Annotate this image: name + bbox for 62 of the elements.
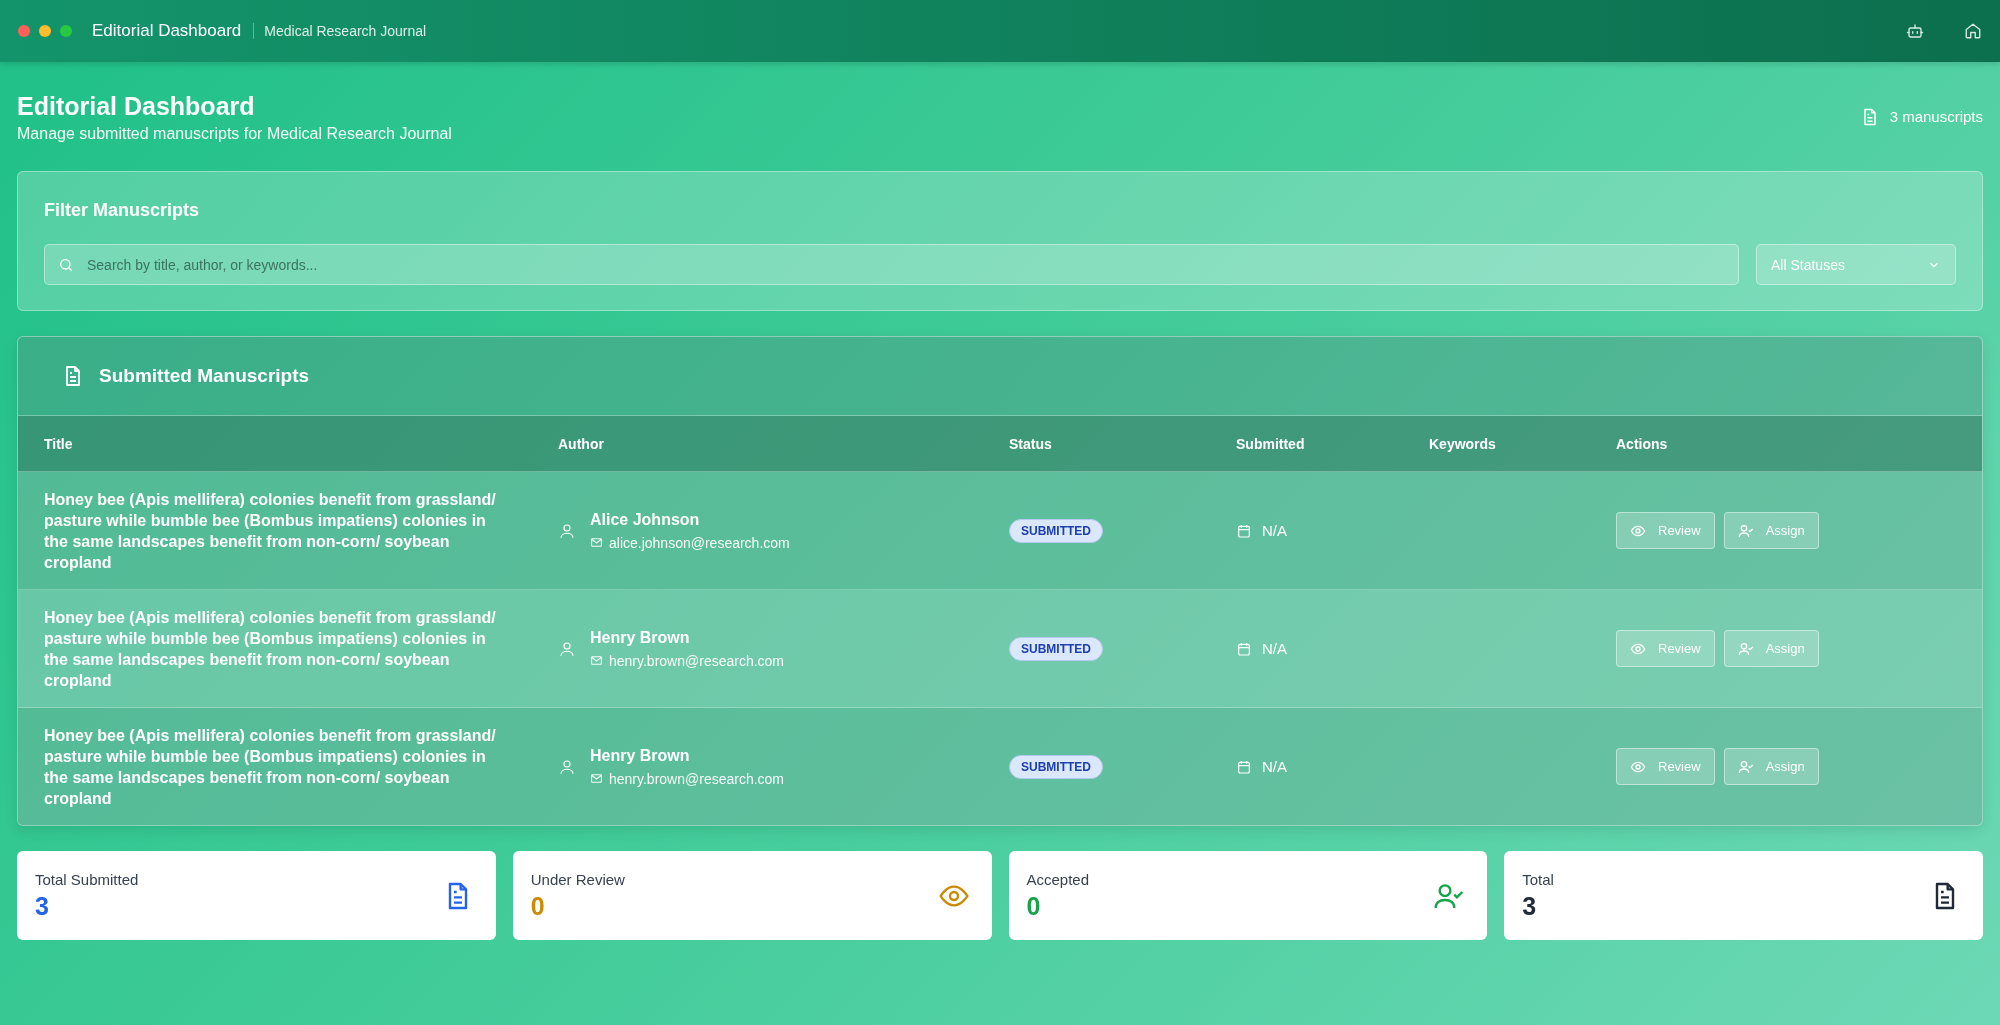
maximize-window-button[interactable]	[60, 25, 72, 37]
user-check-icon	[1737, 758, 1754, 775]
home-icon[interactable]	[1964, 22, 1982, 40]
window-subtitle: Medical Research Journal	[253, 23, 427, 39]
page-subtitle: Manage submitted manuscripts for Medical Research Journal	[17, 125, 452, 143]
column-header: Keywords	[1429, 435, 1497, 452]
author-email: alice.johnson@research.com	[609, 534, 790, 551]
submitted-date: N/A	[1262, 758, 1287, 775]
calendar-icon	[1236, 522, 1252, 539]
manuscript-title: Honey bee (Apis mellifera) colonies benefit from grassland/ pasture while bumble bee (Bombus impatiens) colonies in the same landscapes benefit from non-corn/ soybean cropland	[44, 607, 497, 691]
assign-button[interactable]: Assign	[1723, 512, 1819, 549]
calendar-icon	[1236, 758, 1252, 775]
column-header: Status	[1009, 435, 1053, 452]
status-badge: SUBMITTED	[1009, 754, 1103, 779]
assign-button[interactable]: Assign	[1723, 630, 1819, 667]
review-button[interactable]: Review	[1616, 512, 1715, 549]
status-badge: SUBMITTED	[1009, 518, 1103, 543]
filter-title: Filter Manuscripts	[44, 200, 201, 221]
user-icon	[558, 521, 576, 540]
column-header: Submitted	[1236, 435, 1306, 452]
stat-value: 0	[530, 891, 546, 921]
mail-icon	[590, 654, 603, 667]
mail-icon	[590, 772, 603, 785]
author-name: Alice Johnson	[590, 510, 701, 529]
column-header: Author	[558, 435, 605, 452]
author-name: Henry Brown	[590, 628, 691, 647]
window-title: Editorial Dashboard	[92, 21, 242, 41]
column-header: Title	[44, 435, 74, 452]
manuscript-title: Honey bee (Apis mellifera) colonies benefit from grassland/ pasture while bumble bee (Bombus impatiens) colonies in the same landscapes benefit from non-corn/ soybean cropland	[44, 489, 497, 573]
review-button[interactable]: Review	[1616, 748, 1715, 785]
stat-value: 3	[35, 891, 50, 921]
stat-label: Total	[1522, 870, 1554, 888]
stat-value: 0	[1026, 891, 1042, 921]
status-dropdown[interactable]: All Statuses	[1756, 244, 1956, 285]
table-title: Submitted Manuscripts	[99, 365, 310, 387]
stat-value: 3	[1522, 891, 1538, 921]
mail-icon	[590, 536, 603, 549]
stat-label: Accepted	[1026, 870, 1090, 888]
user-check-icon	[1737, 640, 1754, 657]
user-check-icon	[1737, 522, 1754, 539]
page-title: Editorial Dashboard	[17, 92, 256, 121]
column-header: Actions	[1616, 435, 1669, 452]
submitted-date: N/A	[1262, 640, 1287, 657]
minimize-window-button[interactable]	[39, 25, 51, 37]
author-email: henry.brown@research.com	[609, 652, 785, 669]
close-window-button[interactable]	[18, 25, 30, 37]
user-icon	[558, 639, 576, 658]
user-icon	[558, 757, 576, 776]
author-email: henry.brown@research.com	[609, 770, 785, 787]
manuscript-title: Honey bee (Apis mellifera) colonies benefit from grassland/ pasture while bumble bee (Bombus impatiens) colonies in the same landscapes benefit from non-corn/ soybean cropland	[44, 725, 497, 809]
calendar-icon	[1236, 640, 1252, 657]
status-badge: SUBMITTED	[1009, 636, 1103, 661]
author-name: Henry Brown	[590, 746, 691, 765]
manuscript-count: 3 manuscripts	[1889, 108, 1983, 125]
search-field[interactable]: Search by title, author, or keywords...	[44, 244, 1739, 285]
submitted-date: N/A	[1262, 522, 1287, 539]
review-button[interactable]: Review	[1616, 630, 1715, 667]
stat-label: Under Review	[530, 870, 625, 888]
search-icon	[58, 257, 74, 273]
assign-button[interactable]: Assign	[1723, 748, 1819, 785]
robot-icon[interactable]	[1906, 22, 1924, 40]
stat-label: Total Submitted	[35, 870, 139, 888]
